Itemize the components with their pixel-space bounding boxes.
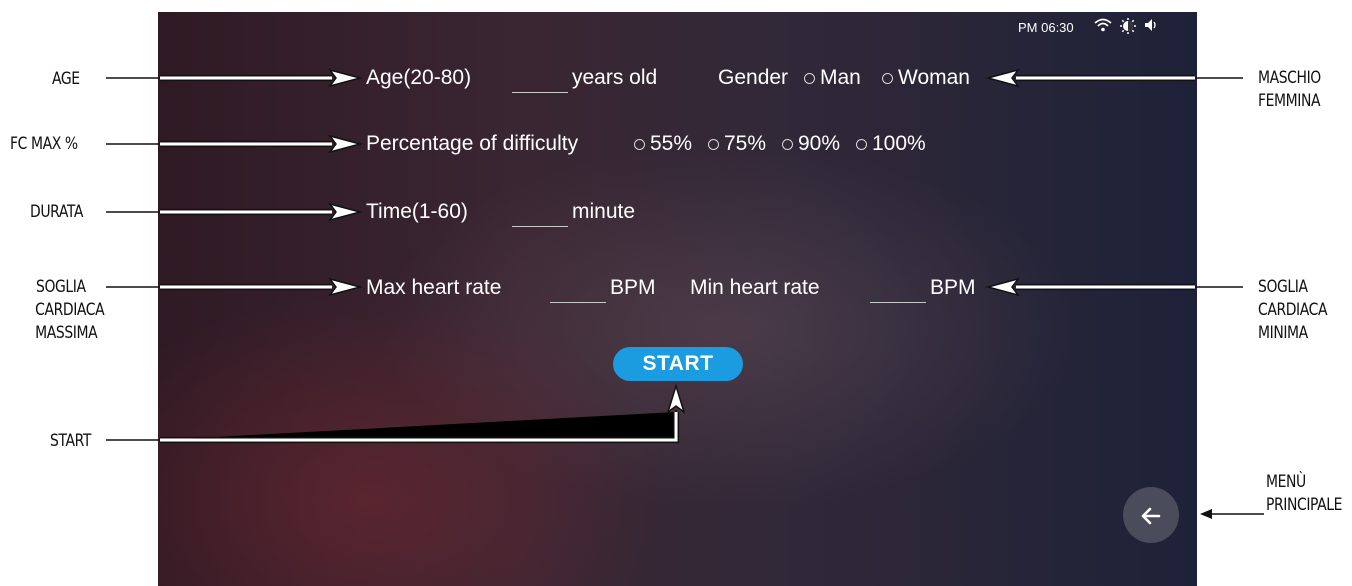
age-arrow-head bbox=[328, 68, 363, 88]
annotation-menu-line1: MENÙ bbox=[1266, 472, 1306, 492]
maschio-arrow-head bbox=[985, 68, 1020, 88]
annotation-soglia-min: SOGLIA CARDIACA MINIMA bbox=[1258, 276, 1327, 345]
annotation-maschio-femmina: MASCHIO FEMMINA bbox=[1258, 67, 1321, 113]
annotation-femmina: FEMMINA bbox=[1258, 91, 1321, 111]
annotation-soglia-min-line1: SOGLIA bbox=[1258, 277, 1308, 297]
soglia-max-arrow-head bbox=[328, 277, 363, 297]
menu-arrow-head bbox=[1200, 509, 1212, 519]
start-arrow-head bbox=[666, 383, 686, 414]
annotation-soglia-max-line3: MASSIMA bbox=[35, 323, 98, 343]
annotation-soglia-max: SOGLIA CARDIACA MASSIMA bbox=[35, 276, 105, 345]
annotation-soglia-max-line1: SOGLIA bbox=[36, 277, 86, 297]
soglia-min-arrow-head bbox=[985, 277, 1020, 297]
durata-arrow-head bbox=[328, 202, 363, 222]
annotation-start: START bbox=[50, 431, 91, 451]
annotation-fc-max: FC MAX % bbox=[10, 134, 78, 154]
annotation-soglia-max-line2: CARDIACA bbox=[35, 300, 105, 320]
annotation-menu: MENÙ PRINCIPALE bbox=[1266, 471, 1342, 517]
annotation-menu-line2: PRINCIPALE bbox=[1266, 495, 1343, 515]
annotation-arrows bbox=[106, 68, 1264, 519]
fc-max-arrow-head bbox=[328, 134, 363, 154]
annotation-durata: DURATA bbox=[30, 202, 84, 222]
annotation-maschio: MASCHIO bbox=[1258, 68, 1321, 88]
annotation-soglia-min-line3: MINIMA bbox=[1258, 323, 1308, 343]
annotation-soglia-min-line2: CARDIACA bbox=[1258, 300, 1328, 320]
annotation-age: AGE bbox=[52, 69, 80, 89]
